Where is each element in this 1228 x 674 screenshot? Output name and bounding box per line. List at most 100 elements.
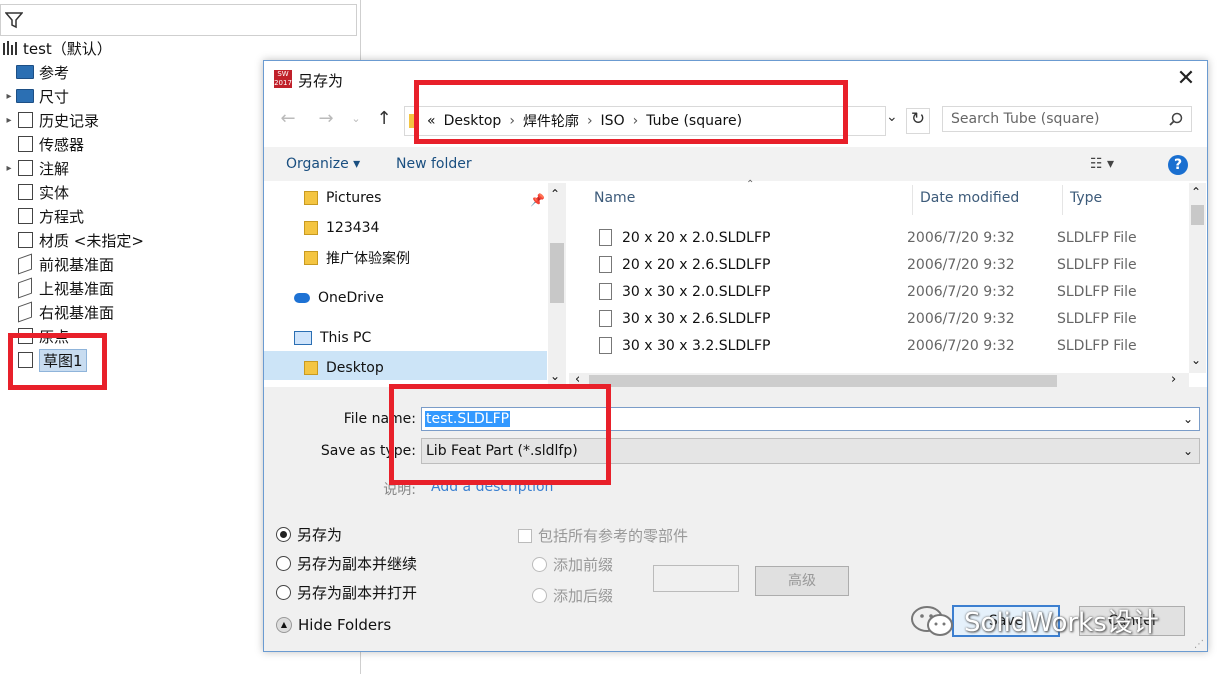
file-date: 2006/7/20 9:32 <box>907 229 1015 246</box>
expand-arrow-icon[interactable]: ▸ <box>2 91 16 102</box>
chevron-down-icon[interactable]: ⌄ <box>1183 412 1193 426</box>
nav-scrollbar[interactable]: ⌃ ⌄ <box>548 183 566 387</box>
radio-on-icon[interactable] <box>276 527 291 542</box>
folder-icon <box>304 221 318 235</box>
sensor-icon <box>16 136 34 152</box>
search-input[interactable]: Search Tube (square) <box>942 106 1192 132</box>
file-row[interactable]: 20 x 20 x 2.0.SLDLFP 2006/7/20 9:32 SLDLFP… <box>599 224 1159 251</box>
annotation-icon <box>16 160 34 176</box>
file-icon <box>599 283 612 300</box>
chevron-down-icon[interactable]: ⌄ <box>1183 444 1193 458</box>
scroll-thumb[interactable] <box>550 243 564 303</box>
column-name[interactable]: Name <box>594 190 635 206</box>
organize-button[interactable]: Organize ▾ <box>286 156 360 172</box>
column-type[interactable]: Type <box>1070 190 1102 206</box>
scroll-thumb[interactable] <box>1191 205 1204 225</box>
nav-item[interactable]: OneDrive <box>294 285 384 311</box>
radio-save-copy-open[interactable]: 另存为副本并打开 <box>276 582 417 603</box>
file-name: 20 x 20 x 2.0.SLDLFP <box>622 229 771 246</box>
nav-item[interactable]: This PC <box>294 325 371 351</box>
tree-item[interactable]: 传感器 <box>2 133 84 155</box>
radio-add-prefix[interactable]: 添加前缀 <box>532 554 613 575</box>
back-arrow-icon[interactable]: ← <box>276 107 300 131</box>
file-date: 2006/7/20 9:32 <box>907 337 1015 354</box>
advanced-button[interactable]: 高级 <box>755 566 849 596</box>
column-divider[interactable] <box>1062 185 1063 215</box>
scroll-down-icon[interactable]: ⌄ <box>1191 353 1201 367</box>
tree-item-label: 历史记录 <box>39 111 100 130</box>
tree-item[interactable]: ▸ 尺寸 <box>2 85 69 107</box>
tree-root[interactable]: test（默认） <box>2 37 112 59</box>
file-icon <box>599 310 612 327</box>
nav-item[interactable]: 123434 <box>304 215 379 241</box>
tree-item-label: 注解 <box>39 159 70 178</box>
file-scrollbar[interactable]: ⌃ ⌄ <box>1189 183 1206 373</box>
nav-item[interactable]: Pictures <box>304 185 381 211</box>
plane-icon <box>16 301 34 323</box>
up-arrow-icon[interactable]: ↑ <box>372 107 396 131</box>
search-icon[interactable] <box>1169 112 1183 126</box>
scroll-right-icon[interactable]: › <box>1171 372 1176 387</box>
include-refs-checkbox[interactable]: 包括所有参考的零部件 <box>518 525 688 546</box>
tree-item[interactable]: ▸ 历史记录 <box>2 109 99 131</box>
tree-item[interactable]: 参考 <box>2 61 69 83</box>
expand-arrow-icon[interactable]: ▸ <box>2 115 16 126</box>
close-button[interactable]: ✕ <box>1172 65 1200 93</box>
nav-item-label: Pictures <box>326 190 382 206</box>
filter-bar[interactable] <box>0 4 357 36</box>
tree-item[interactable]: 右视基准面 <box>2 301 114 323</box>
radio-off-icon[interactable] <box>276 585 291 600</box>
recent-chevron-icon[interactable]: ⌄ <box>344 107 368 131</box>
scroll-down-icon[interactable]: ⌄ <box>550 369 560 383</box>
column-divider[interactable] <box>912 185 913 215</box>
radio-off-icon[interactable] <box>532 557 547 572</box>
refresh-icon[interactable]: ↻ <box>906 108 930 134</box>
hide-folders-button[interactable]: ▲ Hide Folders <box>276 616 391 634</box>
file-name: 20 x 20 x 2.6.SLDLFP <box>622 256 771 273</box>
address-dropdown-icon[interactable]: ⌄ <box>886 109 898 125</box>
expand-arrow-icon[interactable]: ▸ <box>2 163 16 174</box>
tree-item-label: 材质 <未指定> <box>39 231 144 250</box>
solidworks-logo-icon: SW 2017 <box>274 70 292 88</box>
radio-save-as[interactable]: 另存为 <box>276 524 342 545</box>
file-icon <box>599 229 612 246</box>
radio-save-copy-continue[interactable]: 另存为副本并继续 <box>276 553 417 574</box>
tree-item[interactable]: 实体 <box>2 181 69 203</box>
radio-add-suffix[interactable]: 添加后缀 <box>532 585 613 606</box>
prefix-suffix-input[interactable] <box>653 565 739 592</box>
pin-icon[interactable]: 📌 <box>530 193 545 207</box>
nav-item[interactable]: 推广体验案例 <box>304 245 410 271</box>
nav-item-label: 123434 <box>326 220 380 236</box>
sort-up-icon: ⌃ <box>746 179 755 190</box>
folder-icon <box>304 251 318 265</box>
new-folder-button[interactable]: New folder <box>396 156 472 172</box>
help-icon[interactable]: ? <box>1168 155 1188 175</box>
view-options-icon[interactable]: ☷ ▾ <box>1090 156 1114 172</box>
column-date[interactable]: Date modified <box>920 190 1019 206</box>
tree-item[interactable]: ▸ 注解 <box>2 157 69 179</box>
tree-item[interactable]: 前视基准面 <box>2 253 114 275</box>
file-row[interactable]: 30 x 30 x 3.2.SLDLFP 2006/7/20 9:32 SLDLFP… <box>599 332 1159 359</box>
file-row[interactable]: 20 x 20 x 2.6.SLDLFP 2006/7/20 9:32 SLDLFP… <box>599 251 1159 278</box>
h-scroll-thumb[interactable] <box>589 375 1057 387</box>
forward-arrow-icon[interactable]: → <box>314 107 338 131</box>
nav-item-label: Desktop <box>326 360 384 376</box>
file-row[interactable]: 30 x 30 x 2.0.SLDLFP 2006/7/20 9:32 SLDLFP… <box>599 278 1159 305</box>
collapse-up-icon[interactable]: ▲ <box>276 617 292 633</box>
file-type: SLDLFP File <box>1057 256 1137 273</box>
tree-item[interactable]: 方程式 <box>2 205 84 227</box>
tree-item-label: 前视基准面 <box>39 255 115 274</box>
scroll-up-icon[interactable]: ⌃ <box>550 187 560 201</box>
filter-icon[interactable] <box>5 11 23 29</box>
folder-icon <box>304 361 318 375</box>
file-row[interactable]: 30 x 30 x 2.6.SLDLFP 2006/7/20 9:32 SLDLFP… <box>599 305 1159 332</box>
radio-off-icon[interactable] <box>532 588 547 603</box>
radio-off-icon[interactable] <box>276 556 291 571</box>
resize-grip-icon[interactable]: ⋰ <box>1194 639 1204 650</box>
nav-item-label: This PC <box>320 330 372 346</box>
tree-item[interactable]: 上视基准面 <box>2 277 114 299</box>
tree-item[interactable]: 材质 <未指定> <box>2 229 144 251</box>
scroll-up-icon[interactable]: ⌃ <box>1191 185 1201 199</box>
nav-item[interactable]: Desktop <box>304 355 384 381</box>
checkbox-icon[interactable] <box>518 528 532 543</box>
